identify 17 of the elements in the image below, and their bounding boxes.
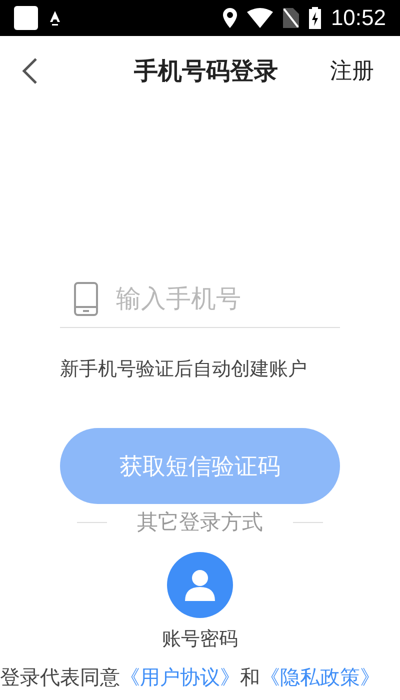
other-login-label: 其它登录方式 [137, 509, 263, 536]
no-sim-icon [282, 8, 299, 28]
battery-charging-icon [308, 7, 321, 29]
agreement-text: 登录代表同意《用户协议》和《隐私政策》 [0, 664, 381, 691]
wifi-icon [246, 8, 273, 28]
register-link[interactable]: 注册 [330, 56, 374, 86]
page-title: 手机号码登录 [134, 56, 278, 87]
app-icon [14, 6, 38, 30]
user-agreement-link[interactable]: 《用户协议》 [120, 665, 240, 689]
privacy-policy-link[interactable]: 《隐私政策》 [260, 665, 380, 689]
location-icon [222, 8, 237, 28]
hint-text: 新手机号验证后自动创建账户 [60, 357, 308, 382]
phone-icon [74, 282, 98, 316]
back-icon[interactable] [22, 57, 38, 85]
font-icon [48, 10, 62, 26]
status-time: 10:52 [330, 5, 386, 31]
account-login-button[interactable]: 账号密码 [162, 552, 238, 652]
